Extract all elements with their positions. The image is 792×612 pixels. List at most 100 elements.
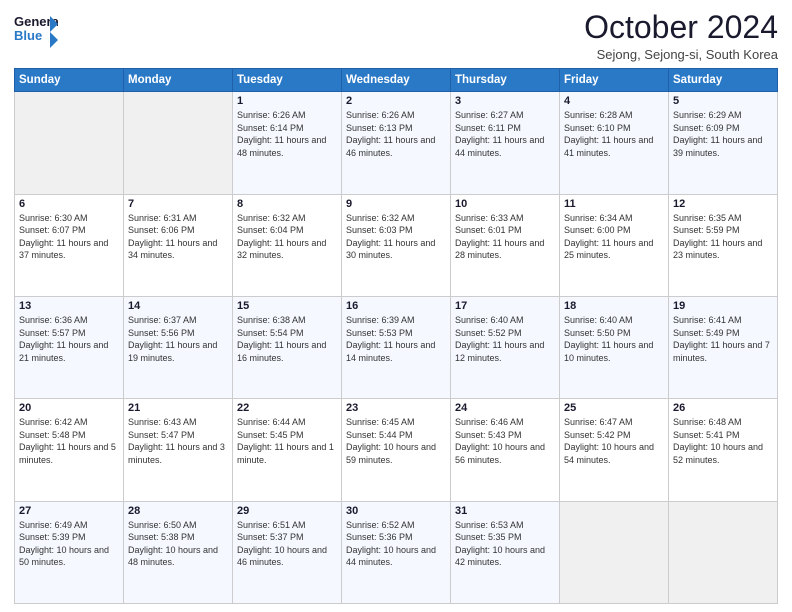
calendar-cell: 6 Sunrise: 6:30 AMSunset: 6:07 PMDaylight…: [15, 194, 124, 296]
weekday-header-saturday: Saturday: [669, 69, 778, 92]
logo: GeneralBlue: [14, 10, 58, 48]
day-info: Sunrise: 6:37 AMSunset: 5:56 PMDaylight:…: [128, 314, 228, 364]
day-number: 11: [564, 198, 664, 210]
calendar-cell: 30 Sunrise: 6:52 AMSunset: 5:36 PMDayligh…: [342, 501, 451, 603]
day-info: Sunrise: 6:47 AMSunset: 5:42 PMDaylight:…: [564, 416, 664, 466]
day-info: Sunrise: 6:31 AMSunset: 6:06 PMDaylight:…: [128, 212, 228, 262]
calendar-body: 1 Sunrise: 6:26 AMSunset: 6:14 PMDaylight…: [15, 92, 778, 604]
day-info: Sunrise: 6:26 AMSunset: 6:14 PMDaylight:…: [237, 109, 337, 159]
day-number: 15: [237, 300, 337, 312]
day-info: Sunrise: 6:42 AMSunset: 5:48 PMDaylight:…: [19, 416, 119, 466]
calendar-cell: 9 Sunrise: 6:32 AMSunset: 6:03 PMDaylight…: [342, 194, 451, 296]
day-number: 27: [19, 505, 119, 517]
calendar-header-row: SundayMondayTuesdayWednesdayThursdayFrid…: [15, 69, 778, 92]
calendar-cell: 4 Sunrise: 6:28 AMSunset: 6:10 PMDaylight…: [560, 92, 669, 194]
day-info: Sunrise: 6:36 AMSunset: 5:57 PMDaylight:…: [19, 314, 119, 364]
calendar-cell: 2Sunrise: 6:26 AMSunset: 6:13 PMDaylight…: [342, 92, 451, 194]
day-number: 3: [455, 95, 555, 107]
day-info: Sunrise: 6:28 AMSunset: 6:10 PMDaylight:…: [564, 109, 664, 159]
calendar-cell: 20 Sunrise: 6:42 AMSunset: 5:48 PMDayligh…: [15, 399, 124, 501]
weekday-header-sunday: Sunday: [15, 69, 124, 92]
day-info: Sunrise: 6:32 AMSunset: 6:03 PMDaylight:…: [346, 212, 446, 262]
day-info: Sunrise: 6:39 AMSunset: 5:53 PMDaylight:…: [346, 314, 446, 364]
calendar-cell: 18 Sunrise: 6:40 AMSunset: 5:50 PMDayligh…: [560, 296, 669, 398]
calendar-table: SundayMondayTuesdayWednesdayThursdayFrid…: [14, 68, 778, 604]
title-block: October 2024 Sejong, Sejong-si, South Ko…: [584, 10, 778, 62]
day-number: 6: [19, 198, 119, 210]
day-info: Sunrise: 6:32 AMSunset: 6:04 PMDaylight:…: [237, 212, 337, 262]
day-number: 14: [128, 300, 228, 312]
calendar-cell: 17Sunrise: 6:40 AMSunset: 5:52 PMDayligh…: [451, 296, 560, 398]
calendar-cell: 3 Sunrise: 6:27 AMSunset: 6:11 PMDaylight…: [451, 92, 560, 194]
day-info: Sunrise: 6:52 AMSunset: 5:36 PMDaylight:…: [346, 519, 446, 569]
day-number: 26: [673, 402, 773, 414]
day-info: Sunrise: 6:29 AMSunset: 6:09 PMDaylight:…: [673, 109, 773, 159]
day-info: Sunrise: 6:40 AMSunset: 5:50 PMDaylight:…: [564, 314, 664, 364]
day-number: 24: [455, 402, 555, 414]
day-info: Sunrise: 6:38 AMSunset: 5:54 PMDaylight:…: [237, 314, 337, 364]
location-subtitle: Sejong, Sejong-si, South Korea: [584, 47, 778, 62]
day-number: 16: [346, 300, 446, 312]
day-number: 10: [455, 198, 555, 210]
calendar-cell: 12Sunrise: 6:35 AMSunset: 5:59 PMDayligh…: [669, 194, 778, 296]
day-info: Sunrise: 6:46 AMSunset: 5:43 PMDaylight:…: [455, 416, 555, 466]
calendar-cell: 23 Sunrise: 6:45 AMSunset: 5:44 PMDayligh…: [342, 399, 451, 501]
day-info: Sunrise: 6:50 AMSunset: 5:38 PMDaylight:…: [128, 519, 228, 569]
day-info: Sunrise: 6:53 AMSunset: 5:35 PMDaylight:…: [455, 519, 555, 569]
calendar-cell: 15 Sunrise: 6:38 AMSunset: 5:54 PMDayligh…: [233, 296, 342, 398]
weekday-header-thursday: Thursday: [451, 69, 560, 92]
calendar-cell: 22Sunrise: 6:44 AMSunset: 5:45 PMDayligh…: [233, 399, 342, 501]
day-number: 25: [564, 402, 664, 414]
day-info: Sunrise: 6:45 AMSunset: 5:44 PMDaylight:…: [346, 416, 446, 466]
day-info: Sunrise: 6:41 AMSunset: 5:49 PMDaylight:…: [673, 314, 773, 364]
calendar-cell: [560, 501, 669, 603]
calendar-cell: 28 Sunrise: 6:50 AMSunset: 5:38 PMDayligh…: [124, 501, 233, 603]
day-number: 22: [237, 402, 337, 414]
weekday-header-tuesday: Tuesday: [233, 69, 342, 92]
svg-text:Blue: Blue: [14, 28, 42, 43]
day-info: Sunrise: 6:51 AMSunset: 5:37 PMDaylight:…: [237, 519, 337, 569]
header: GeneralBlue October 2024 Sejong, Sejong-…: [14, 10, 778, 62]
weekday-header-monday: Monday: [124, 69, 233, 92]
calendar-cell: 21Sunrise: 6:43 AMSunset: 5:47 PMDayligh…: [124, 399, 233, 501]
day-number: 31: [455, 505, 555, 517]
calendar-week-3: 13 Sunrise: 6:36 AMSunset: 5:57 PMDayligh…: [15, 296, 778, 398]
day-number: 18: [564, 300, 664, 312]
calendar-cell: 7 Sunrise: 6:31 AMSunset: 6:06 PMDaylight…: [124, 194, 233, 296]
day-info: Sunrise: 6:27 AMSunset: 6:11 PMDaylight:…: [455, 109, 555, 159]
day-number: 2: [346, 95, 446, 107]
month-title: October 2024: [584, 10, 778, 45]
day-number: 4: [564, 95, 664, 107]
day-number: 9: [346, 198, 446, 210]
day-info: Sunrise: 6:49 AMSunset: 5:39 PMDaylight:…: [19, 519, 119, 569]
calendar-cell: 5Sunrise: 6:29 AMSunset: 6:09 PMDaylight…: [669, 92, 778, 194]
calendar-week-2: 6 Sunrise: 6:30 AMSunset: 6:07 PMDaylight…: [15, 194, 778, 296]
day-number: 30: [346, 505, 446, 517]
day-number: 19: [673, 300, 773, 312]
calendar-cell: 24 Sunrise: 6:46 AMSunset: 5:43 PMDayligh…: [451, 399, 560, 501]
day-info: Sunrise: 6:30 AMSunset: 6:07 PMDaylight:…: [19, 212, 119, 262]
calendar-cell: [669, 501, 778, 603]
calendar-cell: 11Sunrise: 6:34 AMSunset: 6:00 PMDayligh…: [560, 194, 669, 296]
day-number: 13: [19, 300, 119, 312]
day-info: Sunrise: 6:33 AMSunset: 6:01 PMDaylight:…: [455, 212, 555, 262]
day-number: 17: [455, 300, 555, 312]
weekday-header-wednesday: Wednesday: [342, 69, 451, 92]
calendar-cell: 29Sunrise: 6:51 AMSunset: 5:37 PMDayligh…: [233, 501, 342, 603]
day-number: 28: [128, 505, 228, 517]
page: GeneralBlue October 2024 Sejong, Sejong-…: [0, 0, 792, 612]
day-number: 12: [673, 198, 773, 210]
day-number: 20: [19, 402, 119, 414]
calendar-cell: 1 Sunrise: 6:26 AMSunset: 6:14 PMDaylight…: [233, 92, 342, 194]
day-info: Sunrise: 6:43 AMSunset: 5:47 PMDaylight:…: [128, 416, 228, 466]
day-number: 7: [128, 198, 228, 210]
calendar-week-1: 1 Sunrise: 6:26 AMSunset: 6:14 PMDaylight…: [15, 92, 778, 194]
calendar-cell: 25 Sunrise: 6:47 AMSunset: 5:42 PMDayligh…: [560, 399, 669, 501]
calendar-cell: 26Sunrise: 6:48 AMSunset: 5:41 PMDayligh…: [669, 399, 778, 501]
day-number: 23: [346, 402, 446, 414]
logo-svg: GeneralBlue: [14, 10, 58, 48]
day-number: 1: [237, 95, 337, 107]
weekday-header-friday: Friday: [560, 69, 669, 92]
calendar-week-4: 20 Sunrise: 6:42 AMSunset: 5:48 PMDayligh…: [15, 399, 778, 501]
day-number: 8: [237, 198, 337, 210]
